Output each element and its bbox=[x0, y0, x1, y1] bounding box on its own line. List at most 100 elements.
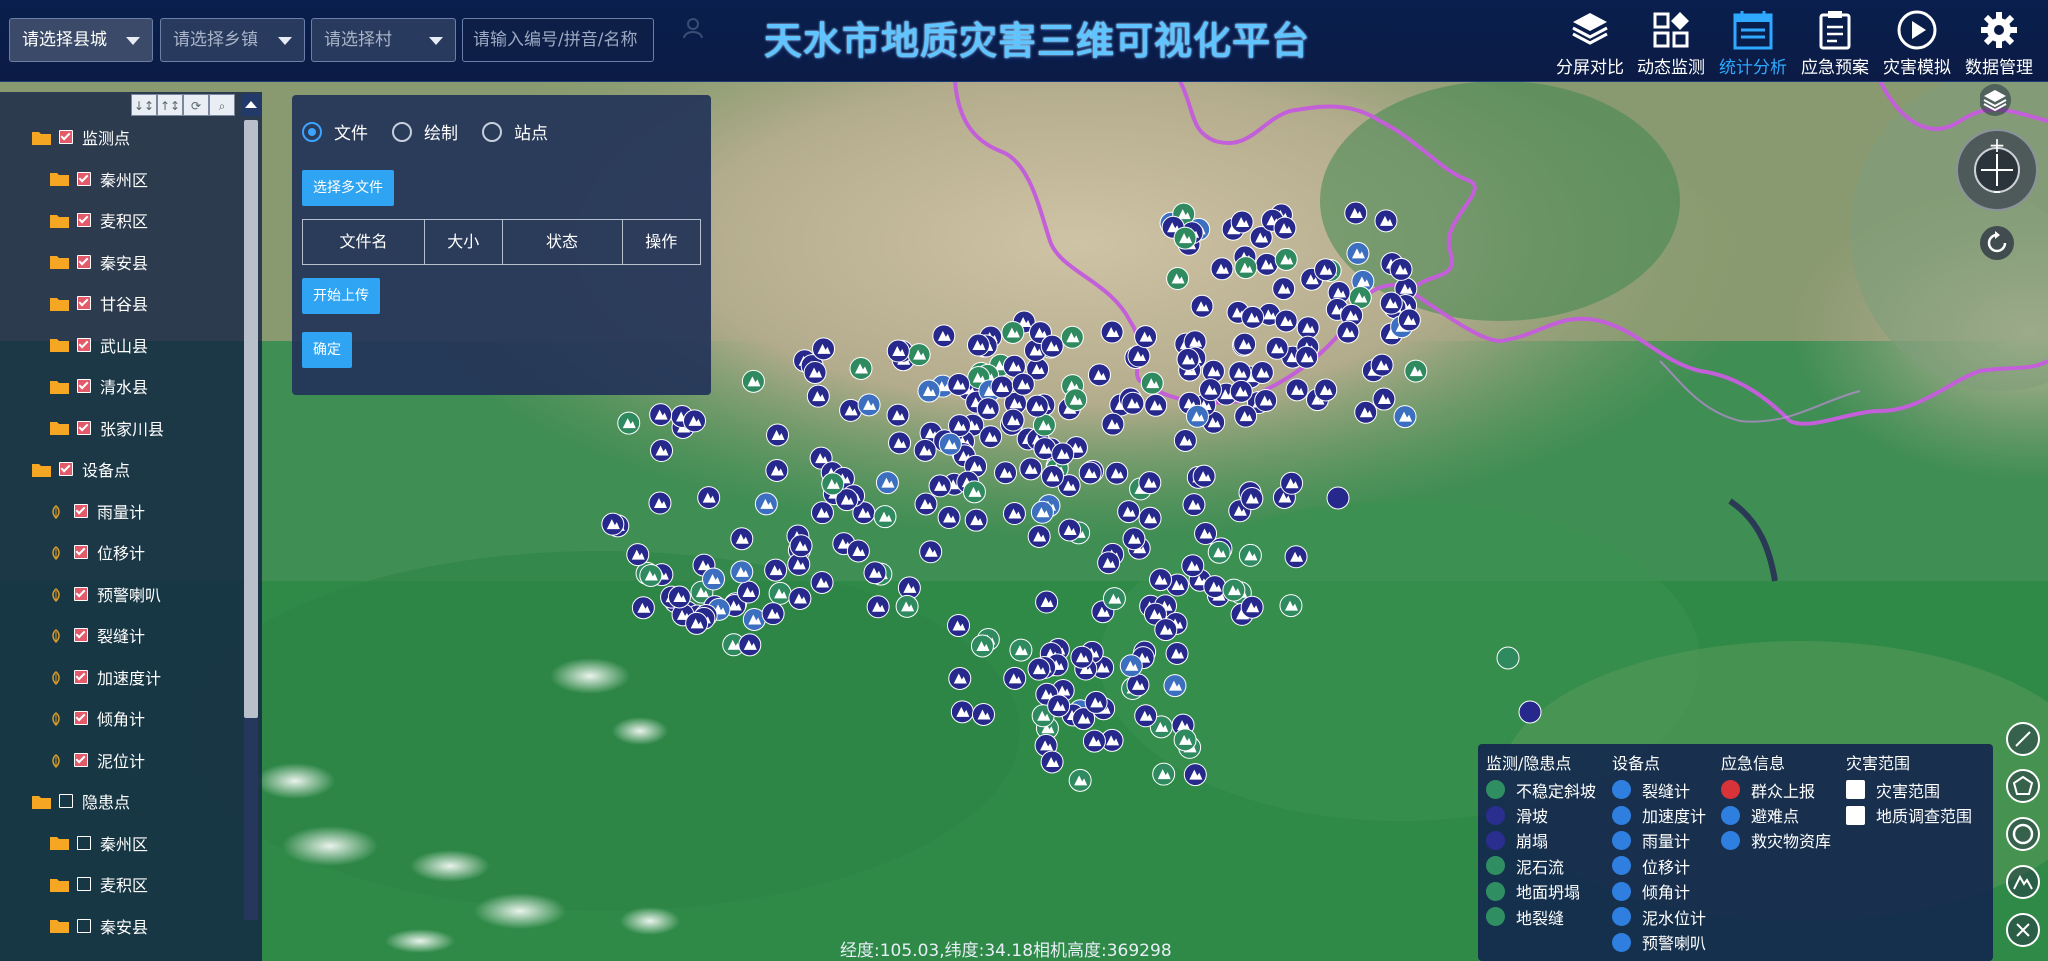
hazard-marker[interactable] bbox=[667, 585, 691, 609]
reset-view-button[interactable] bbox=[1978, 224, 2016, 262]
hazard-marker[interactable] bbox=[1233, 332, 1257, 356]
hazard-marker[interactable] bbox=[1102, 587, 1126, 611]
hazard-marker[interactable] bbox=[913, 438, 937, 462]
hazard-marker[interactable] bbox=[1060, 325, 1084, 349]
hazard-marker[interactable] bbox=[1176, 347, 1200, 371]
hazard-marker[interactable] bbox=[1030, 500, 1054, 524]
hazard-marker[interactable] bbox=[626, 543, 650, 567]
measure-polygon-button[interactable] bbox=[2006, 769, 2040, 803]
tree-checkbox[interactable] bbox=[77, 877, 91, 891]
hazard-marker[interactable] bbox=[1370, 353, 1394, 377]
nav-split-compare[interactable]: 分屏对比 bbox=[1553, 0, 1627, 81]
tree-checkbox[interactable] bbox=[74, 545, 88, 559]
hazard-marker[interactable] bbox=[1181, 554, 1205, 578]
tree-checkbox[interactable] bbox=[74, 711, 88, 725]
tree-checkbox[interactable] bbox=[77, 835, 91, 850]
hazard-marker[interactable] bbox=[1027, 524, 1051, 548]
tree-checkbox[interactable] bbox=[77, 379, 91, 393]
hazard-marker[interactable] bbox=[1344, 201, 1368, 225]
hazard-marker[interactable] bbox=[810, 501, 834, 525]
hazard-marker[interactable] bbox=[1070, 645, 1094, 669]
hazard-marker[interactable] bbox=[761, 602, 785, 626]
hazard-marker[interactable] bbox=[648, 491, 672, 515]
tree-checkbox[interactable] bbox=[74, 628, 88, 642]
hazard-marker[interactable] bbox=[966, 333, 990, 357]
hazard-marker[interactable] bbox=[1025, 394, 1049, 418]
tree-checkbox[interactable] bbox=[77, 254, 91, 269]
hazard-marker[interactable] bbox=[1518, 700, 1542, 724]
hazard-marker[interactable] bbox=[1397, 308, 1421, 332]
county-select[interactable]: 请选择县城 bbox=[9, 18, 153, 62]
hazard-marker[interactable] bbox=[1127, 344, 1151, 368]
hazard-marker[interactable] bbox=[1105, 461, 1129, 485]
hazard-marker[interactable] bbox=[702, 567, 726, 591]
hazard-marker[interactable] bbox=[1284, 545, 1308, 569]
hazard-marker[interactable] bbox=[937, 506, 961, 530]
tree-checkbox[interactable] bbox=[59, 130, 73, 144]
hazard-marker[interactable] bbox=[971, 702, 995, 726]
tree-checkbox[interactable] bbox=[59, 794, 73, 808]
hazard-marker[interactable] bbox=[947, 613, 971, 637]
tree-checkbox[interactable] bbox=[74, 752, 88, 767]
sort-desc-icon[interactable]: ↑↕ bbox=[157, 94, 183, 116]
hazard-marker[interactable] bbox=[990, 375, 1014, 399]
hazard-marker[interactable] bbox=[639, 563, 663, 587]
tree-item[interactable]: 麦积区 bbox=[50, 870, 148, 898]
hazard-marker[interactable] bbox=[1058, 518, 1082, 542]
tree-item[interactable]: 位移计 bbox=[50, 538, 145, 566]
hazard-marker[interactable] bbox=[812, 337, 836, 361]
hazard-marker[interactable] bbox=[1003, 666, 1027, 690]
collapse-panel-button[interactable] bbox=[241, 94, 261, 116]
hazard-marker[interactable] bbox=[1229, 379, 1253, 403]
hazard-marker[interactable] bbox=[1182, 493, 1206, 517]
hazard-marker[interactable] bbox=[928, 474, 952, 498]
hazard-marker[interactable] bbox=[741, 369, 765, 393]
hazard-marker[interactable] bbox=[1047, 694, 1071, 718]
hazard-marker[interactable] bbox=[1001, 320, 1025, 344]
hazard-marker[interactable] bbox=[1064, 388, 1088, 412]
hazard-marker[interactable] bbox=[950, 700, 974, 724]
tree-item[interactable]: 秦州区 bbox=[50, 165, 148, 193]
hazard-marker[interactable] bbox=[1144, 393, 1168, 417]
hazard-marker[interactable] bbox=[917, 379, 941, 403]
hazard-marker[interactable] bbox=[1250, 360, 1274, 384]
hazard-marker[interactable] bbox=[1241, 305, 1265, 329]
refresh-icon[interactable]: ⟳ bbox=[183, 94, 209, 116]
hazard-marker[interactable] bbox=[683, 409, 707, 433]
hazard-marker[interactable] bbox=[1122, 527, 1146, 551]
hazard-marker[interactable] bbox=[1198, 378, 1222, 402]
hazard-marker[interactable] bbox=[1165, 641, 1189, 665]
hazard-marker[interactable] bbox=[1234, 256, 1258, 280]
hazard-marker[interactable] bbox=[1203, 575, 1227, 599]
tree-item[interactable]: 秦州区 bbox=[50, 829, 148, 857]
hazard-marker[interactable] bbox=[1082, 729, 1106, 753]
hazard-marker[interactable] bbox=[1100, 320, 1124, 344]
measure-distance-button[interactable] bbox=[2006, 722, 2040, 756]
hazard-marker[interactable] bbox=[938, 432, 962, 456]
hazard-marker[interactable] bbox=[788, 586, 812, 610]
hazard-marker[interactable] bbox=[697, 486, 721, 510]
hazard-marker[interactable] bbox=[888, 431, 912, 455]
hazard-marker[interactable] bbox=[1254, 389, 1278, 413]
hazard-marker[interactable] bbox=[1068, 768, 1092, 792]
hazard-marker[interactable] bbox=[964, 508, 988, 532]
hazard-marker[interactable] bbox=[932, 324, 956, 348]
hazard-marker[interactable] bbox=[1379, 291, 1403, 315]
hazard-marker[interactable] bbox=[1273, 216, 1297, 240]
hazard-marker[interactable] bbox=[764, 558, 788, 582]
hazard-marker[interactable] bbox=[1140, 371, 1164, 395]
hazard-marker[interactable] bbox=[1314, 378, 1338, 402]
tree-item[interactable]: 武山县 bbox=[50, 331, 148, 359]
hazard-marker[interactable] bbox=[1119, 654, 1143, 678]
hazard-marker[interactable] bbox=[1011, 372, 1035, 396]
hazard-marker[interactable] bbox=[821, 472, 845, 496]
hazard-marker[interactable] bbox=[1389, 257, 1413, 281]
hazard-marker[interactable] bbox=[857, 393, 881, 417]
hazard-marker[interactable] bbox=[1295, 345, 1319, 369]
hazard-marker[interactable] bbox=[730, 560, 754, 584]
hazard-marker[interactable] bbox=[1134, 325, 1158, 349]
hazard-marker[interactable] bbox=[1192, 464, 1216, 488]
hazard-marker[interactable] bbox=[1183, 763, 1207, 787]
hazard-marker[interactable] bbox=[803, 360, 827, 384]
hazard-marker[interactable] bbox=[1051, 442, 1075, 466]
